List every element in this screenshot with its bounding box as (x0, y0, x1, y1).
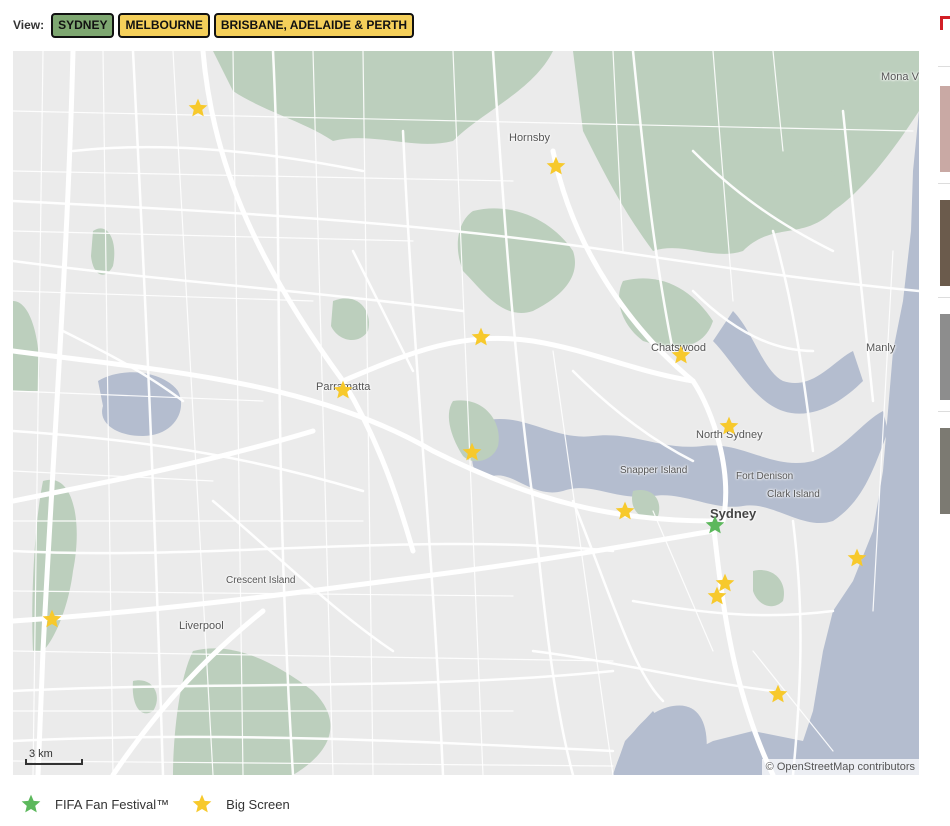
legend: FIFA Fan Festival™ Big Screen (20, 793, 312, 815)
article-thumbnail[interactable] (940, 428, 950, 514)
prospect-reservoir (98, 372, 182, 436)
article-thumbnail[interactable] (940, 314, 950, 400)
place-fort-denison: Fort Denison (736, 471, 794, 482)
map[interactable]: Mona V Hornsby Chatswood Manly Parramatt… (13, 51, 919, 775)
place-hornsby: Hornsby (509, 132, 550, 144)
article-thumbnail[interactable] (940, 86, 950, 172)
big-screen-marker[interactable] (846, 547, 868, 569)
place-liverpool: Liverpool (179, 620, 224, 632)
divider (938, 297, 950, 298)
big-screen-marker[interactable] (470, 326, 492, 348)
big-screen-marker[interactable] (461, 441, 483, 463)
scale-line (25, 759, 83, 765)
big-screen-marker[interactable] (545, 155, 567, 177)
legend-label-big-screen: Big Screen (226, 796, 290, 812)
place-clark-island: Clark Island (767, 489, 820, 500)
big-screen-marker[interactable] (706, 585, 728, 607)
big-screen-marker[interactable] (187, 97, 209, 119)
big-screen-marker[interactable] (41, 608, 63, 630)
view-button-sydney[interactable]: SYDNEY (51, 12, 115, 38)
brand-logo-icon (940, 16, 950, 30)
big-screen-marker[interactable] (670, 344, 692, 366)
place-snapper-island: Snapper Island (620, 465, 688, 476)
place-manly: Manly (866, 342, 896, 354)
legend-item-fan-festival: FIFA Fan Festival™ (20, 793, 169, 815)
place-crescent-island: Crescent Island (226, 575, 296, 586)
map-tiles (13, 51, 919, 775)
map-attribution[interactable]: © OpenStreetMap contributors (761, 759, 919, 775)
view-button-brisbane-adelaide-perth[interactable]: BRISBANE, ADELAIDE & PERTH (213, 12, 415, 38)
divider (938, 66, 950, 67)
fan-festival-marker[interactable] (704, 514, 726, 536)
big-screen-marker[interactable] (767, 683, 789, 705)
view-selector: View: SYDNEY MELBOURNE BRISBANE, ADELAID… (13, 12, 415, 38)
view-button-melbourne[interactable]: MELBOURNE (118, 12, 210, 38)
big-screen-marker[interactable] (614, 500, 636, 522)
yellow-star-icon (192, 794, 212, 813)
place-mona-vale: Mona V (881, 71, 919, 83)
legend-label-fan-festival: FIFA Fan Festival™ (55, 796, 170, 812)
scale-bar: 3 km (25, 747, 85, 767)
right-sidebar-clipped (938, 0, 950, 826)
legend-item-big-screen: Big Screen (191, 793, 290, 815)
article-thumbnail[interactable] (940, 200, 950, 286)
view-label: View: (13, 18, 45, 32)
divider (938, 411, 950, 412)
big-screen-marker[interactable] (332, 379, 354, 401)
green-star-icon (21, 794, 41, 813)
big-screen-marker[interactable] (718, 415, 740, 437)
divider (938, 183, 950, 184)
